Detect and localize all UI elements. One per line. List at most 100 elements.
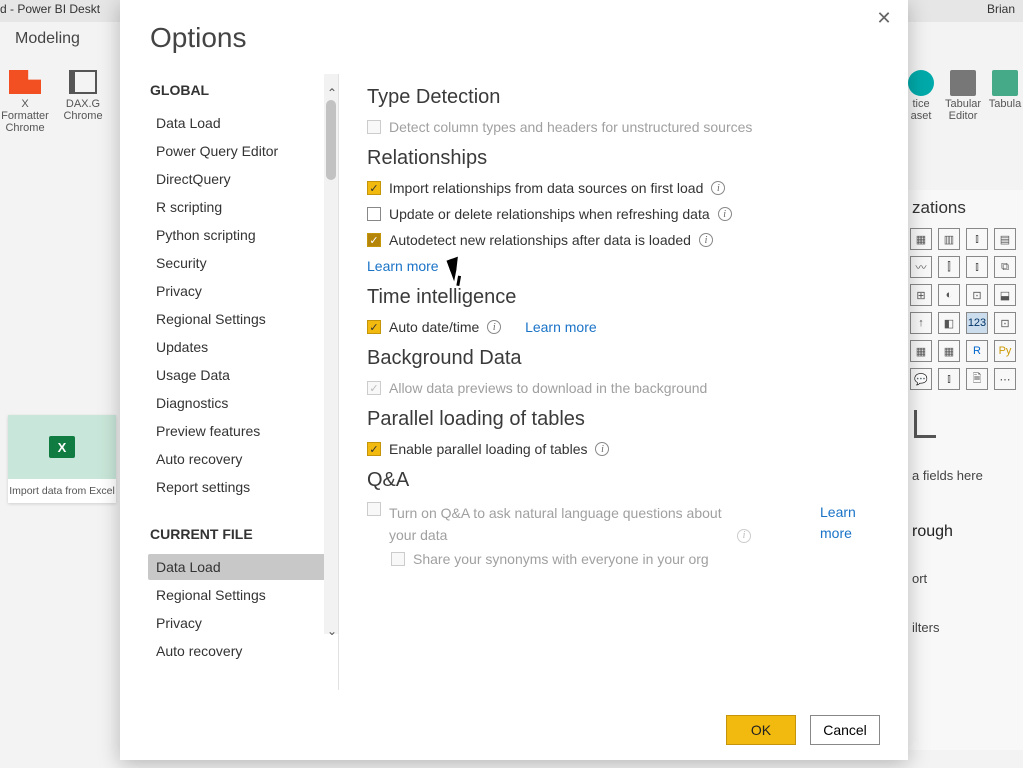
format-brush-icon[interactable] [914, 410, 936, 438]
sidebar-item-auto-recovery[interactable]: Auto recovery [148, 446, 338, 472]
sidebar-item-cf-privacy[interactable]: Privacy [148, 610, 338, 636]
option-label: Turn on Q&A to ask natural language ques… [389, 502, 729, 547]
checkbox-icon[interactable] [367, 320, 381, 334]
sidebar-item-regional[interactable]: Regional Settings [148, 306, 338, 332]
link-learn-more-time[interactable]: Learn more [525, 319, 597, 335]
info-icon[interactable] [718, 207, 732, 221]
checkbox-icon[interactable] [367, 181, 381, 195]
dialog-body: ⌃ ⌄ GLOBAL Data Load Power Query Editor … [120, 64, 908, 700]
viz-icon[interactable]: ⊞ [910, 284, 932, 306]
info-icon[interactable] [487, 320, 501, 334]
option-share-synonyms: Share your synonyms with everyone in you… [391, 551, 880, 567]
viz-icon[interactable]: ⫾ [966, 256, 988, 278]
option-label: Auto date/time [389, 319, 479, 335]
viz-icon[interactable]: ▦ [910, 228, 932, 250]
viz-icon[interactable]: 🗎 [966, 368, 988, 390]
link-learn-more-qa[interactable]: Learn more [820, 502, 880, 544]
ribbon-label: DAX.G [66, 98, 100, 110]
viz-icon[interactable]: ▤ [994, 228, 1016, 250]
checkbox-icon [367, 120, 381, 134]
viz-icon[interactable]: ⊡ [994, 312, 1016, 334]
close-button[interactable]: ✕ [874, 8, 894, 28]
viz-icon[interactable]: ⧉ [994, 256, 1016, 278]
info-icon[interactable] [711, 181, 725, 195]
option-autodetect-relationships[interactable]: Autodetect new relationships after data … [367, 232, 880, 248]
option-turn-on-qa: Turn on Q&A to ask natural language ques… [367, 502, 812, 547]
ribbon-tab-modeling[interactable]: Modeling [15, 30, 80, 48]
scroll-up-icon[interactable]: ⌃ [327, 86, 337, 100]
viz-icon[interactable]: ▦ [910, 340, 932, 362]
excel-import-card[interactable]: X Import data from Excel [8, 415, 116, 503]
dax-icon [69, 70, 97, 94]
info-icon[interactable] [595, 442, 609, 456]
section-qa: Q&A [367, 469, 880, 492]
sidebar-item-python-scripting[interactable]: Python scripting [148, 222, 338, 248]
options-dialog: ✕ Options ⌃ ⌄ GLOBAL Data Load Power Que… [120, 0, 908, 760]
option-auto-date[interactable]: Auto date/time Learn more [367, 319, 880, 335]
fields-hint: a fields here [908, 468, 1019, 483]
section-type-detection: Type Detection [367, 86, 880, 109]
sidebar-item-usage-data[interactable]: Usage Data [148, 362, 338, 388]
ribbon-sublabel: Chrome [63, 110, 102, 122]
viz-icon[interactable]: ◧ [938, 312, 960, 334]
option-update-relationships[interactable]: Update or delete relationships when refr… [367, 206, 880, 222]
cancel-button[interactable]: Cancel [810, 715, 880, 745]
tabular-icon [992, 70, 1018, 96]
checkbox-icon[interactable] [367, 207, 381, 221]
info-icon[interactable] [699, 233, 713, 247]
sidebar-item-diagnostics[interactable]: Diagnostics [148, 390, 338, 416]
checkbox-icon[interactable] [367, 442, 381, 456]
ok-button[interactable]: OK [726, 715, 796, 745]
viz-icon[interactable]: 123 [966, 312, 988, 334]
sidebar-item-preview[interactable]: Preview features [148, 418, 338, 444]
sidebar-item-updates[interactable]: Updates [148, 334, 338, 360]
viz-icon[interactable]: ⊡ [966, 284, 988, 306]
ribbon-item-tabular-editor[interactable]: Tabular Editor [945, 70, 981, 150]
options-content: Type Detection Detect column types and h… [339, 64, 908, 700]
option-label: Share your synonyms with everyone in you… [413, 551, 709, 567]
sidebar-item-security[interactable]: Security [148, 250, 338, 276]
viz-icon[interactable]: ▦ [938, 340, 960, 362]
sidebar-item-cf-auto-recovery[interactable]: Auto recovery [148, 638, 338, 664]
sidebar-item-report-settings[interactable]: Report settings [148, 474, 338, 500]
viz-icon[interactable]: ⫿ [938, 256, 960, 278]
viz-icon[interactable]: ⬓ [994, 284, 1016, 306]
ribbon-label: X Formatter [0, 98, 50, 122]
info-icon [737, 529, 751, 543]
sidebar-item-r-scripting[interactable]: R scripting [148, 194, 338, 220]
viz-icon[interactable]: ◐ [938, 284, 960, 306]
viz-icon[interactable]: R [966, 340, 988, 362]
sidebar-item-cf-regional[interactable]: Regional Settings [148, 582, 338, 608]
scroll-down-icon[interactable]: ⌄ [327, 624, 337, 694]
checkbox-icon[interactable] [367, 233, 381, 247]
sidebar-item-pq-editor[interactable]: Power Query Editor [148, 138, 338, 164]
ribbon-item-dax[interactable]: DAX.G Chrome [58, 70, 108, 150]
ribbon-right-tools: tice aset Tabular Editor Tabula [903, 70, 1023, 150]
window-title-right: Brian [987, 2, 1015, 16]
viz-icon[interactable]: ⫾ [938, 368, 960, 390]
scroll-thumb[interactable] [326, 100, 336, 180]
viz-icon[interactable]: ⋯ [994, 368, 1016, 390]
sidebar-item-cf-data-load[interactable]: Data Load [148, 554, 338, 580]
sidebar-item-privacy[interactable]: Privacy [148, 278, 338, 304]
viz-icon[interactable]: 〰 [910, 256, 932, 278]
link-learn-more-relationships[interactable]: Learn more [367, 258, 880, 274]
sidebar-scrollbar[interactable]: ⌃ [324, 74, 338, 634]
viz-icon[interactable]: ▥ [938, 228, 960, 250]
viz-icon[interactable]: Py [994, 340, 1016, 362]
excel-icon: X [49, 436, 75, 458]
window-title-left: d - Power BI Deskt [0, 2, 100, 16]
ribbon-item-practice[interactable]: tice aset [903, 70, 939, 150]
ribbon-item-formatter[interactable]: X Formatter Chrome [0, 70, 50, 150]
option-qa-row: Turn on Q&A to ask natural language ques… [367, 502, 880, 547]
ribbon-item-tabular[interactable]: Tabula [987, 70, 1023, 150]
viz-title: zations [908, 198, 1019, 218]
viz-icon[interactable]: ⫾ [966, 228, 988, 250]
sidebar-item-data-load[interactable]: Data Load [148, 110, 338, 136]
option-parallel-loading[interactable]: Enable parallel loading of tables [367, 441, 880, 457]
option-import-relationships[interactable]: Import relationships from data sources o… [367, 180, 880, 196]
viz-icon[interactable]: 💬 [910, 368, 932, 390]
viz-icon[interactable]: ↑ [910, 312, 932, 334]
sidebar-item-directquery[interactable]: DirectQuery [148, 166, 338, 192]
section-relationships: Relationships [367, 147, 880, 170]
